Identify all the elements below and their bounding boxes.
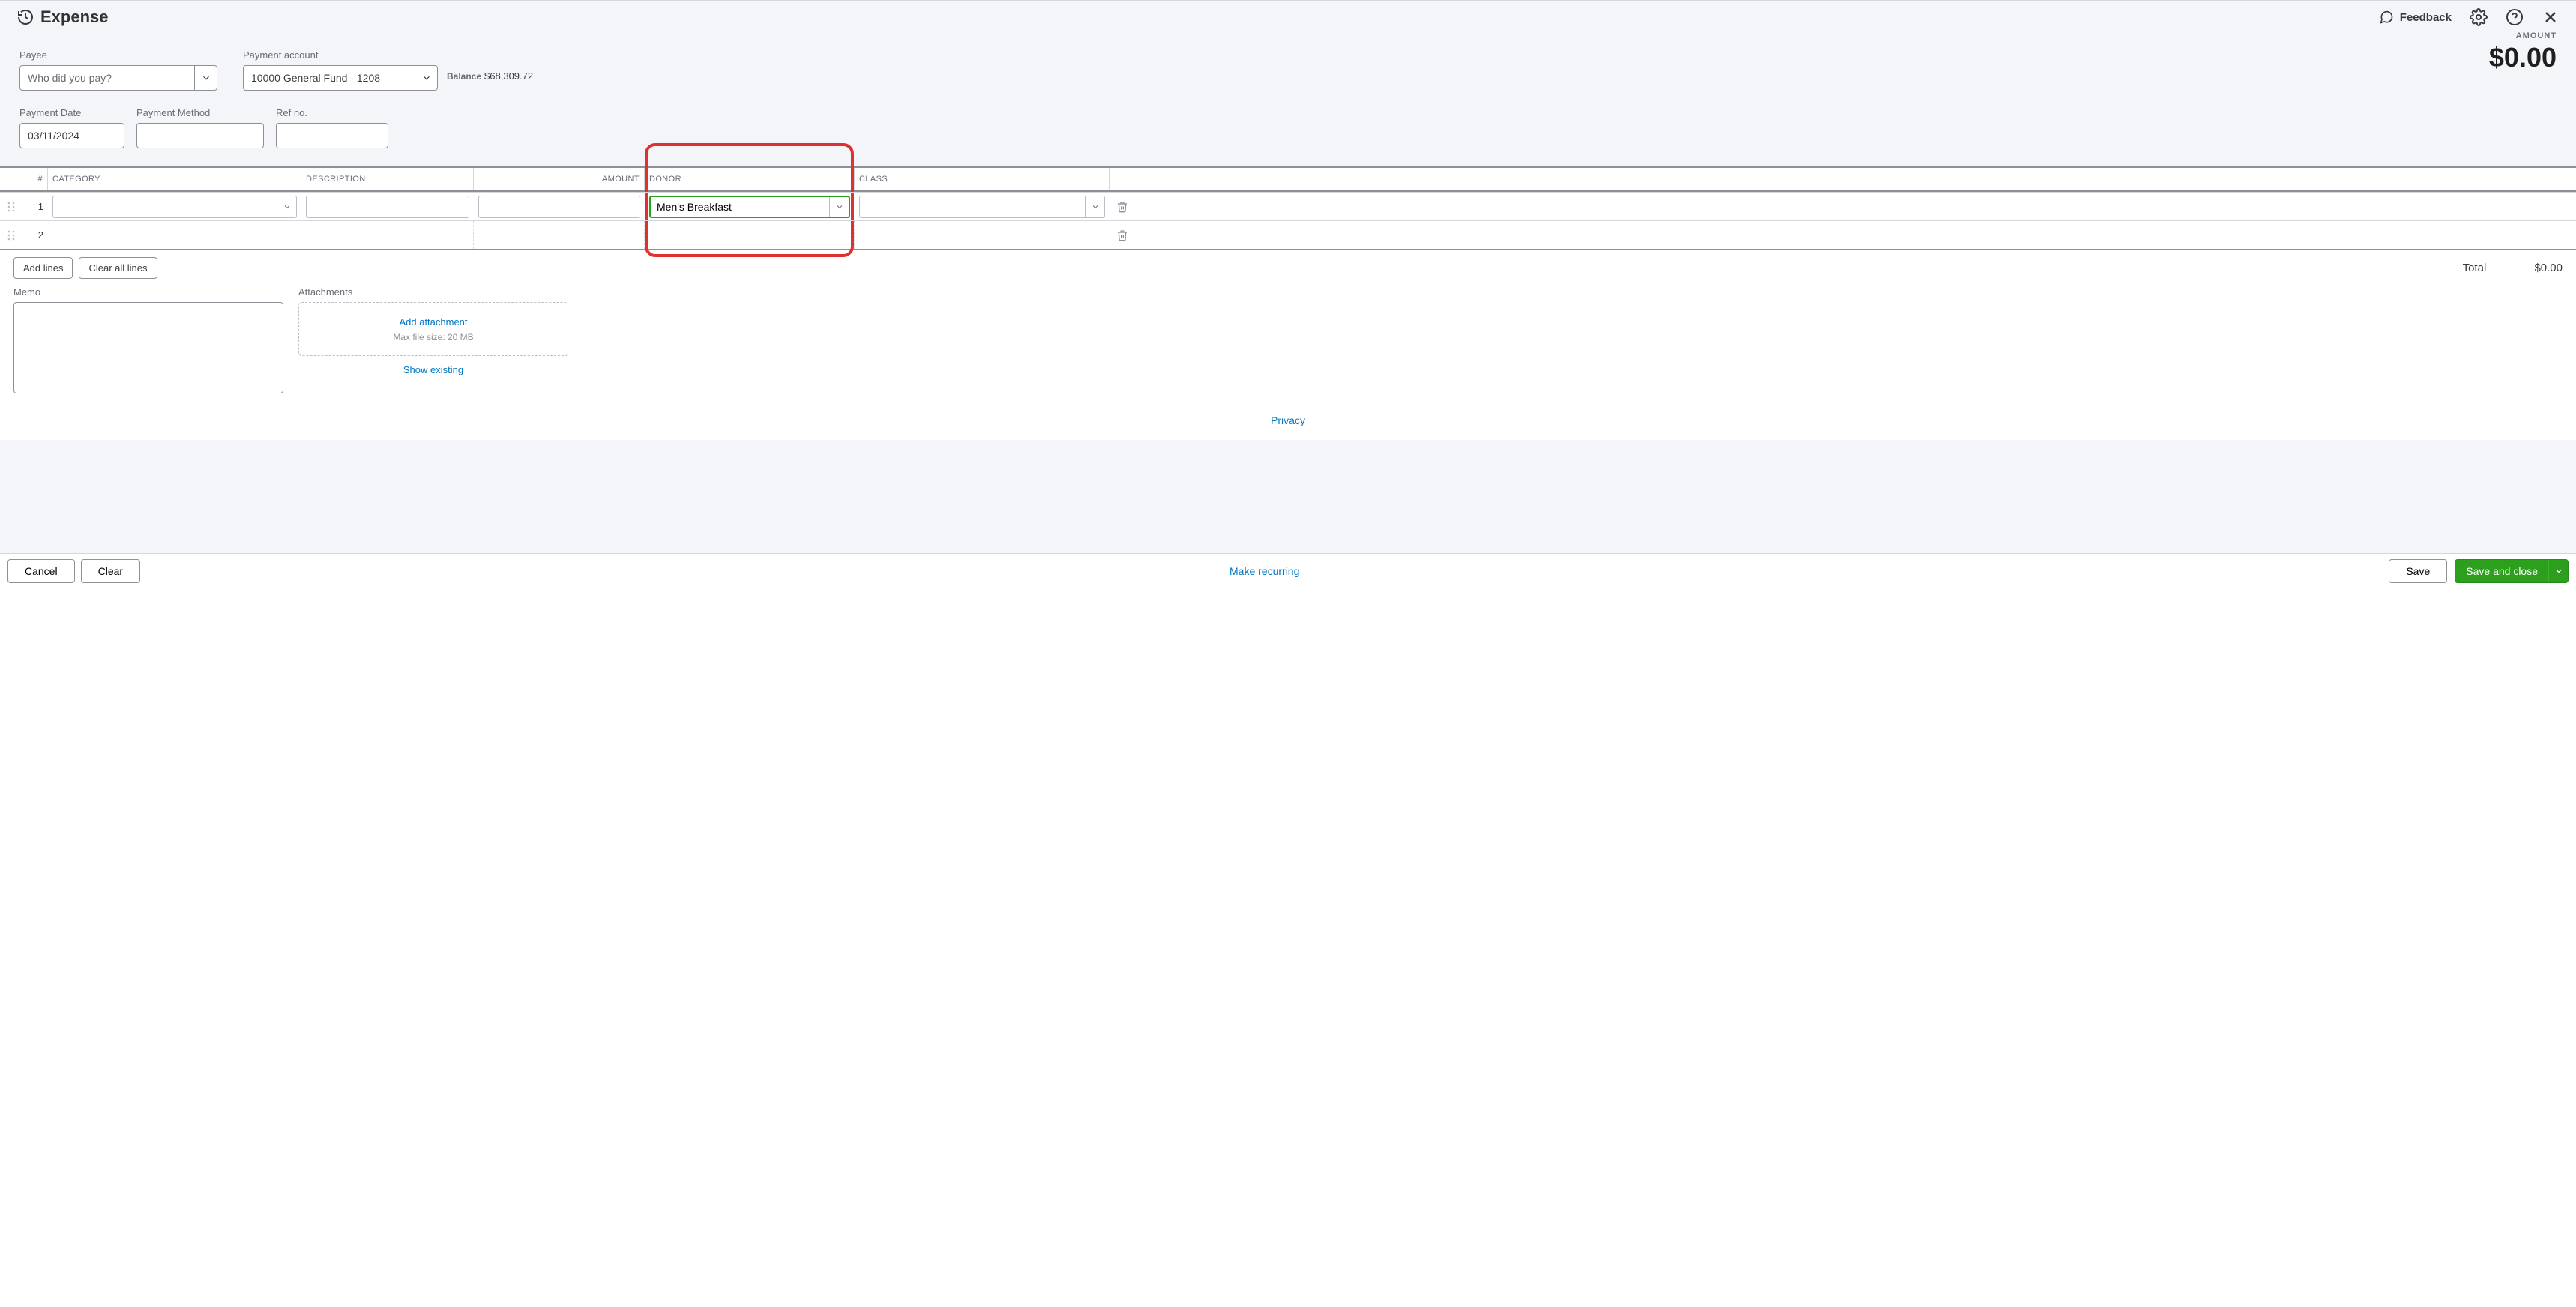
col-header-description: DESCRIPTION (301, 168, 474, 190)
col-header-num: # (22, 168, 48, 190)
feedback-button[interactable]: Feedback (2379, 10, 2452, 25)
clear-button[interactable]: Clear (81, 559, 140, 583)
gear-icon[interactable] (2470, 8, 2488, 26)
refno-label: Ref no. (276, 107, 388, 118)
help-icon[interactable] (2506, 8, 2524, 26)
chevron-down-icon[interactable] (2548, 560, 2568, 582)
title-bar: Expense Feedback (0, 1, 2576, 27)
chevron-down-icon[interactable] (194, 66, 217, 90)
col-header-donor: DONOR (645, 168, 855, 190)
page-title: Expense (40, 7, 109, 27)
payee-label: Payee (19, 49, 217, 61)
make-recurring-link[interactable]: Make recurring (1230, 565, 1299, 577)
cancel-button[interactable]: Cancel (7, 559, 75, 583)
row-num: 2 (22, 221, 48, 249)
memo-textarea[interactable] (13, 302, 283, 393)
col-header-amount: AMOUNT (474, 168, 645, 190)
privacy-link[interactable]: Privacy (1271, 414, 1305, 426)
payment-method-select[interactable] (136, 123, 264, 148)
payment-date-input[interactable] (19, 123, 124, 148)
col-header-category: CATEGORY (48, 168, 301, 190)
chevron-down-icon[interactable] (1085, 196, 1104, 217)
payee-input[interactable] (20, 66, 194, 90)
show-existing-link[interactable]: Show existing (403, 364, 463, 375)
grip-icon[interactable] (0, 221, 22, 249)
payment-account-input[interactable] (244, 66, 415, 90)
save-and-close-button[interactable]: Save and close (2455, 559, 2569, 583)
trash-icon[interactable] (1110, 193, 1135, 220)
empty-area (0, 440, 2576, 553)
save-button[interactable]: Save (2389, 559, 2447, 583)
col-header-class: CLASS (855, 168, 1110, 190)
payee-select[interactable] (19, 65, 217, 91)
table-row: 1 (0, 192, 2576, 220)
chevron-down-icon[interactable] (829, 197, 849, 217)
donor-input[interactable] (651, 197, 829, 217)
chevron-down-icon[interactable] (415, 66, 437, 90)
table-row: 2 (0, 220, 2576, 249)
close-icon[interactable] (2542, 8, 2560, 26)
balance-display: Balance$68,309.72 (447, 70, 533, 82)
attachment-hint: Max file size: 20 MB (393, 332, 473, 342)
memo-label: Memo (13, 286, 283, 298)
category-select[interactable] (52, 196, 297, 218)
amount-value: $0.00 (2489, 42, 2557, 73)
line-items-table: # CATEGORY DESCRIPTION AMOUNT DONOR CLAS… (0, 166, 2576, 250)
payment-date-label: Payment Date (19, 107, 124, 118)
footer-bar: Cancel Clear Make recurring Save Save an… (0, 553, 2576, 588)
clear-all-lines-button[interactable]: Clear all lines (79, 257, 157, 279)
total-display: Total $0.00 (2463, 262, 2563, 274)
trash-icon[interactable] (1110, 221, 1135, 249)
grip-icon[interactable] (0, 193, 22, 220)
payment-method-label: Payment Method (136, 107, 264, 118)
expense-form-header: AMOUNT $0.00 Payee Payment account (0, 27, 2576, 166)
donor-select[interactable] (649, 196, 850, 218)
payment-account-label: Payment account (243, 49, 438, 61)
row-num: 1 (22, 193, 48, 220)
feedback-label: Feedback (2400, 11, 2452, 24)
description-input[interactable] (306, 196, 469, 218)
history-icon[interactable] (16, 8, 34, 26)
amount-label: AMOUNT (2489, 31, 2557, 40)
amount-input[interactable] (478, 196, 640, 218)
add-attachment-link[interactable]: Add attachment (399, 316, 467, 327)
refno-input[interactable] (276, 123, 388, 148)
chevron-down-icon[interactable] (277, 196, 296, 217)
add-lines-button[interactable]: Add lines (13, 257, 73, 279)
attachment-dropzone[interactable]: Add attachment Max file size: 20 MB (298, 302, 568, 356)
payment-account-select[interactable] (243, 65, 438, 91)
attachments-label: Attachments (298, 286, 568, 298)
class-select[interactable] (859, 196, 1105, 218)
